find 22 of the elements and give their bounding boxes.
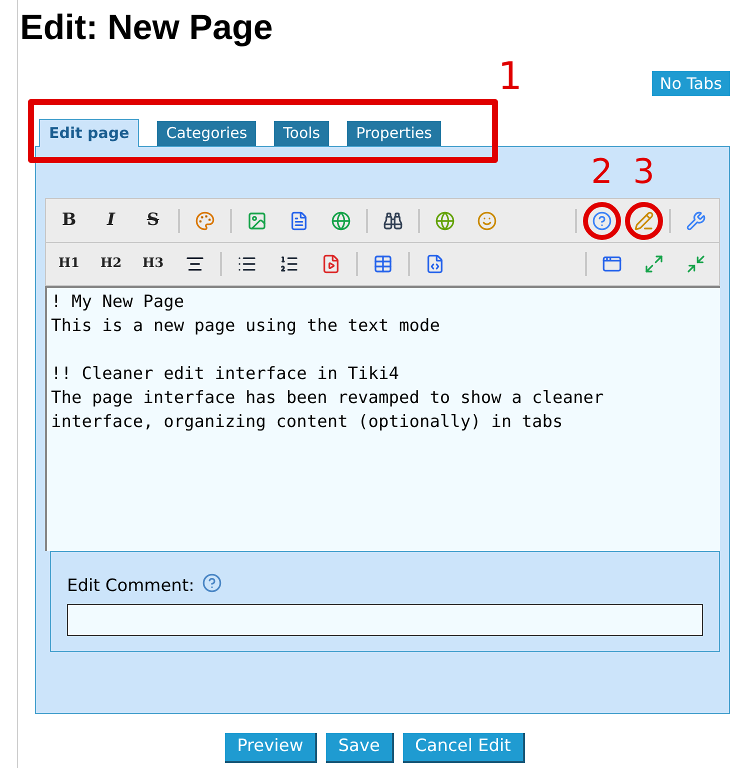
help-icon[interactable] <box>202 572 222 593</box>
format-button[interactable]: I <box>90 204 132 236</box>
action-button[interactable]: Cancel Edit <box>403 733 525 763</box>
action-button[interactable]: Save <box>326 733 394 763</box>
format-button[interactable]: H3 <box>132 248 174 280</box>
no-tabs-button[interactable]: No Tabs <box>652 71 730 96</box>
callout-number: 3 <box>633 154 655 188</box>
format-button[interactable]: H1 <box>48 248 90 280</box>
tab[interactable]: Categories <box>157 121 256 146</box>
page-title: Edit: New Page <box>20 7 274 49</box>
tab[interactable]: Edit page <box>39 119 140 147</box>
format-button[interactable]: B <box>48 204 90 236</box>
action-button[interactable]: Preview <box>225 733 318 763</box>
editor-textarea[interactable]: ! My New Page This is a new page using the text mode !! Cleaner edit interface in Tiki4 The page interface has been revamped to show a cleaner interface, organizing content (optionally) in tabs <box>45 286 720 551</box>
callout-number: 2 <box>591 154 613 188</box>
tab[interactable]: Properties <box>347 121 441 146</box>
tab[interactable]: Tools <box>274 121 330 146</box>
field-label: Edit Comment: <box>67 575 194 598</box>
callout-number: 1 <box>498 57 522 95</box>
format-button[interactable]: H2 <box>90 248 132 280</box>
comment-field[interactable] <box>67 604 703 636</box>
format-button[interactable]: S <box>132 204 174 236</box>
